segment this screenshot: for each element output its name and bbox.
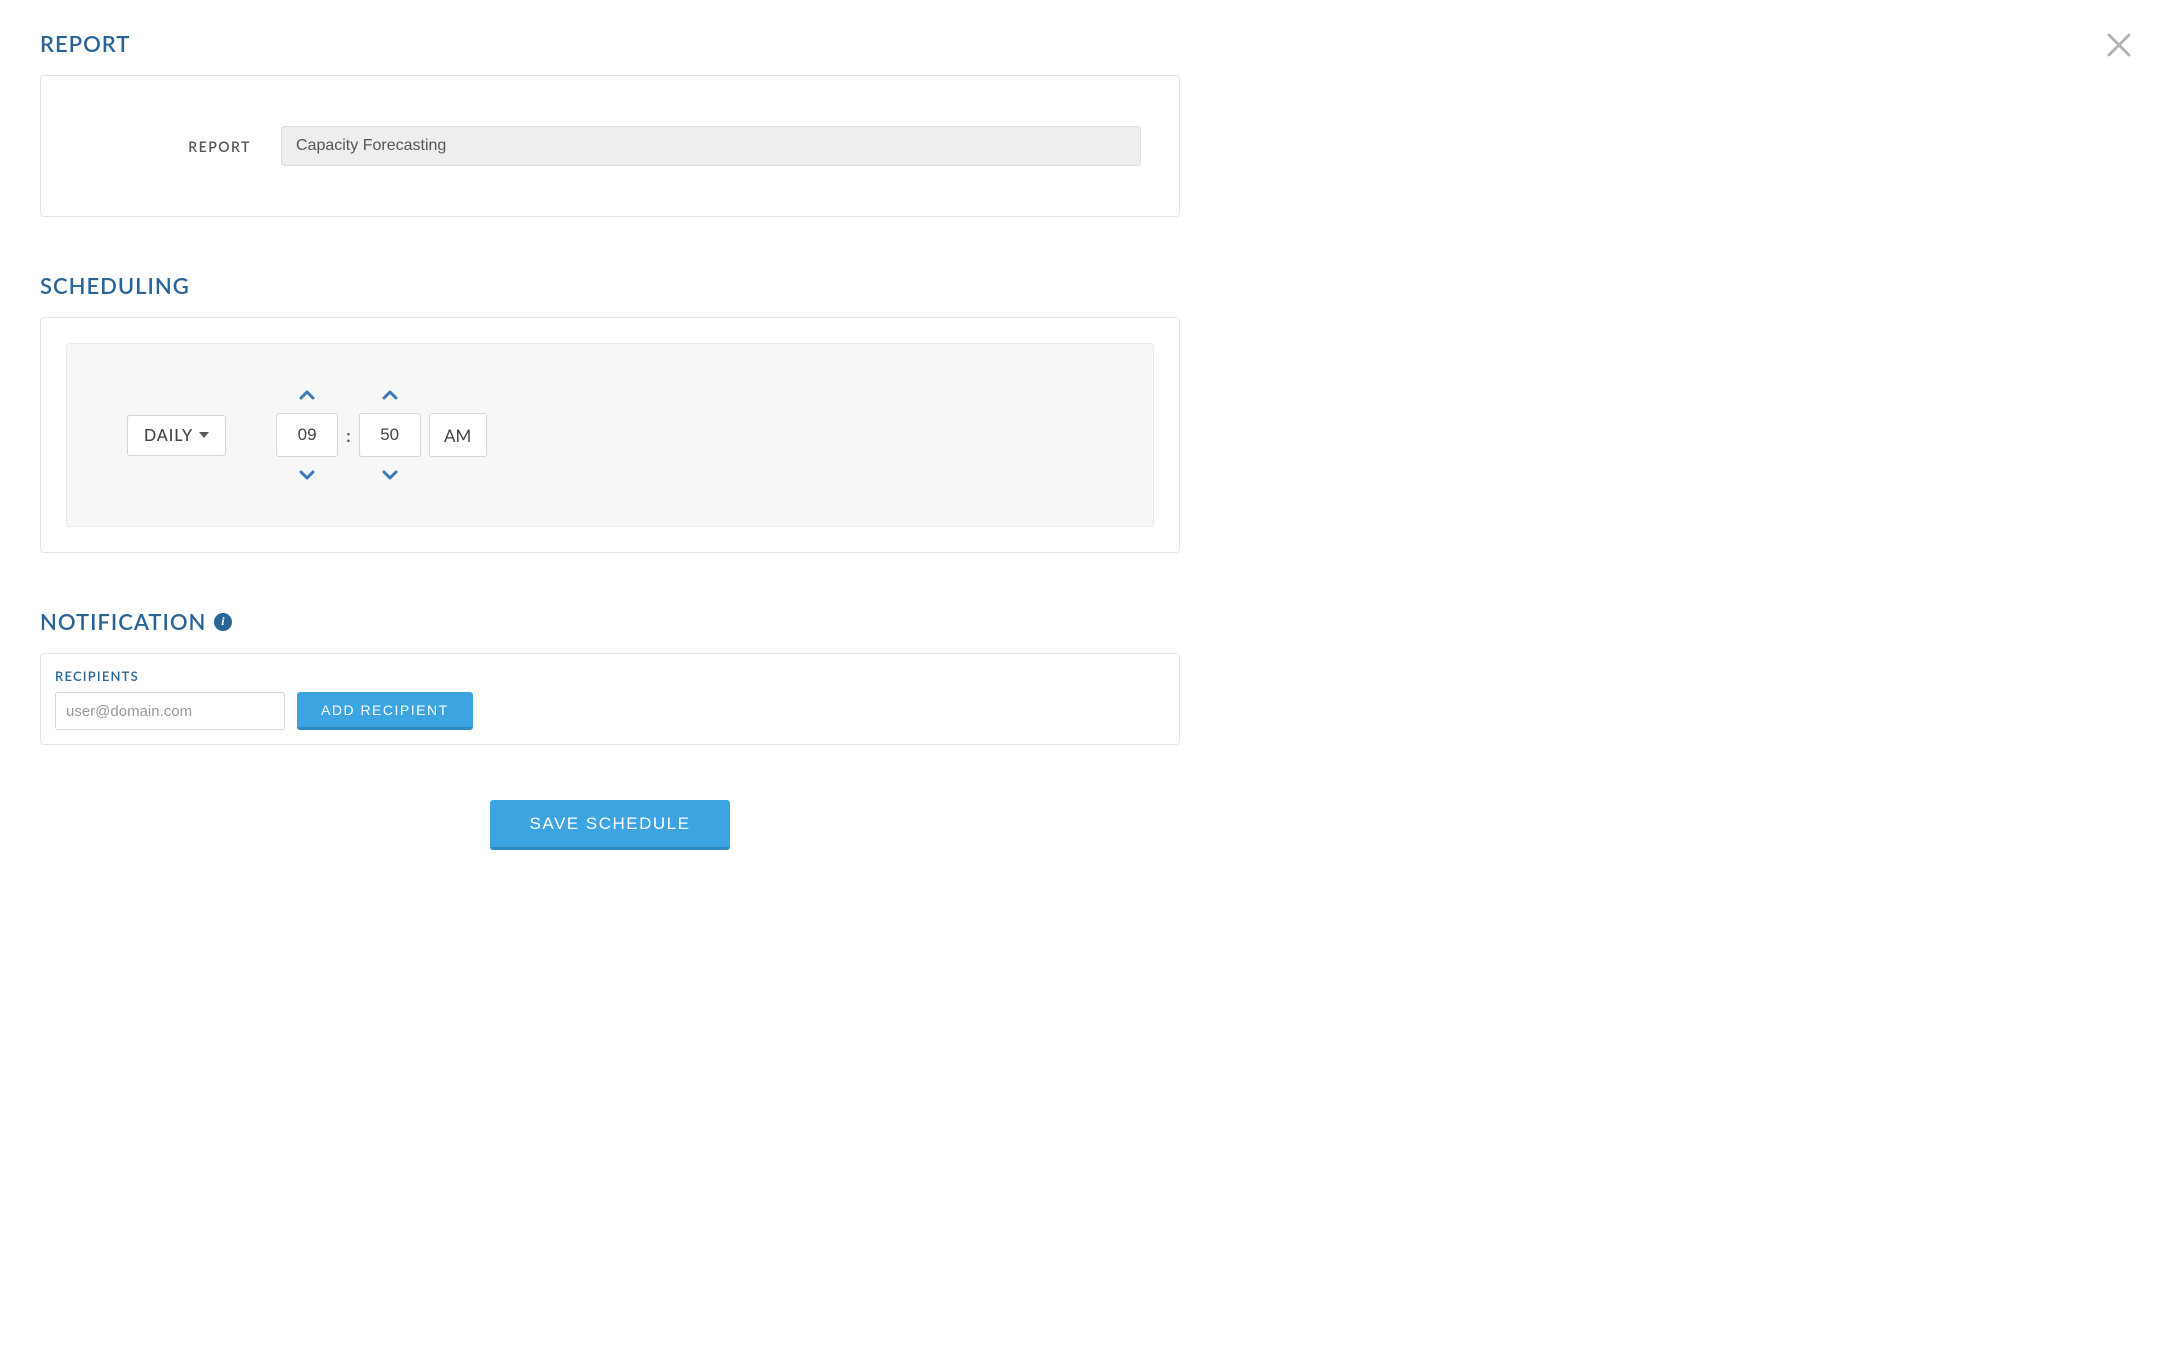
- report-field-row: REPORT: [71, 126, 1149, 166]
- hour-down-icon[interactable]: [299, 469, 315, 481]
- report-field-label: REPORT: [71, 138, 251, 155]
- schedule-form: REPORT REPORT SCHEDULING DAILY: [40, 30, 1180, 850]
- hour-input[interactable]: [276, 413, 338, 457]
- frequency-dropdown[interactable]: DAILY: [127, 415, 226, 456]
- save-schedule-button[interactable]: SAVE SCHEDULE: [490, 800, 731, 850]
- scheduling-inner: DAILY :: [66, 343, 1154, 527]
- scheduling-panel: DAILY :: [40, 317, 1180, 553]
- notification-panel: RECIPIENTS ADD RECIPIENT: [40, 653, 1180, 745]
- minute-down-icon[interactable]: [382, 469, 398, 481]
- section-title-notification: NOTIFICATION i: [40, 608, 1180, 635]
- caret-down-icon: [199, 432, 209, 438]
- hour-up-icon[interactable]: [299, 389, 315, 401]
- scheduling-row: DAILY :: [127, 389, 1093, 481]
- time-picker: : AM: [276, 389, 487, 481]
- ampm-column: AM: [429, 413, 487, 457]
- close-icon[interactable]: [2104, 30, 2134, 60]
- section-title-scheduling: SCHEDULING: [40, 272, 1180, 299]
- minute-up-icon[interactable]: [382, 389, 398, 401]
- recipients-row: ADD RECIPIENT: [55, 692, 1165, 730]
- time-separator: :: [346, 424, 351, 446]
- add-recipient-button[interactable]: ADD RECIPIENT: [297, 692, 473, 730]
- minute-column: [359, 389, 421, 481]
- save-row: SAVE SCHEDULE: [40, 800, 1180, 850]
- report-panel: REPORT: [40, 75, 1180, 217]
- info-icon[interactable]: i: [214, 613, 232, 631]
- recipient-email-input[interactable]: [55, 692, 285, 730]
- recipients-label: RECIPIENTS: [55, 668, 1165, 684]
- hour-column: [276, 389, 338, 481]
- minute-input[interactable]: [359, 413, 421, 457]
- notification-title-text: NOTIFICATION: [40, 608, 206, 635]
- section-title-report: REPORT: [40, 30, 1180, 57]
- frequency-value: DAILY: [144, 426, 193, 445]
- report-name-input[interactable]: [281, 126, 1141, 166]
- ampm-toggle[interactable]: AM: [429, 413, 487, 457]
